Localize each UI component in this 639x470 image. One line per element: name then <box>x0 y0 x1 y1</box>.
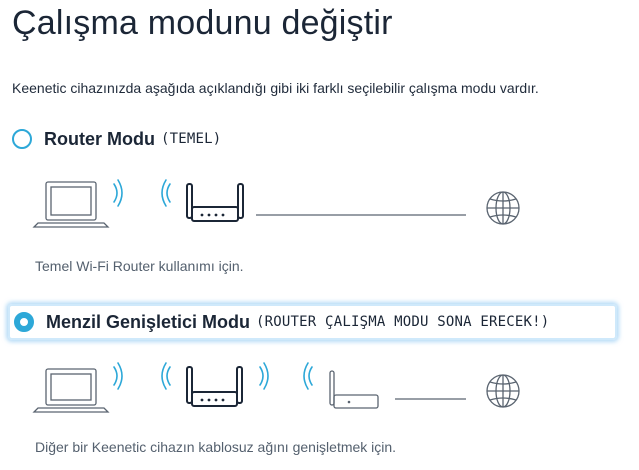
wifi-waves-icon <box>113 179 123 207</box>
wifi-waves-icon <box>161 362 171 390</box>
extender-mode-caption: Diğer bir Keenetic cihazın kablosuz ağın… <box>35 439 397 455</box>
wifi-waves-icon <box>303 362 313 390</box>
router-mode-note: (TEMEL) <box>160 131 222 147</box>
globe-icon <box>486 191 520 225</box>
page-description: Keenetic cihazınızda aşağıda açıklandığı… <box>12 80 539 96</box>
page-title: Çalışma modunu değiştir <box>12 4 393 42</box>
router-mode-diagram <box>32 179 520 228</box>
extender-mode-radio[interactable] <box>14 312 34 332</box>
wifi-waves-icon <box>259 362 269 390</box>
extender-mode-option[interactable]: Menzil Genişletici Modu (ROUTER ÇALIŞMA … <box>8 304 617 340</box>
laptop-icon <box>32 368 110 413</box>
wifi-waves-icon <box>161 179 171 207</box>
laptop-icon <box>32 181 110 228</box>
router-icon <box>329 370 379 409</box>
globe-icon <box>486 374 520 408</box>
extender-mode-diagram <box>32 362 520 413</box>
router-mode-option[interactable]: Router Modu (TEMEL) <box>8 123 308 155</box>
extender-mode-label: Menzil Genişletici Modu <box>46 311 251 332</box>
router-mode-radio[interactable] <box>12 129 32 149</box>
extender-mode-note: (ROUTER ÇALIŞMA MODU SONA ERECEK!) <box>256 314 550 330</box>
router-icon <box>186 183 244 222</box>
wifi-waves-icon <box>113 362 123 390</box>
router-mode-caption: Temel Wi-Fi Router kullanımı için. <box>35 258 244 274</box>
router-mode-label: Router Modu <box>44 128 155 149</box>
router-icon <box>186 366 243 407</box>
